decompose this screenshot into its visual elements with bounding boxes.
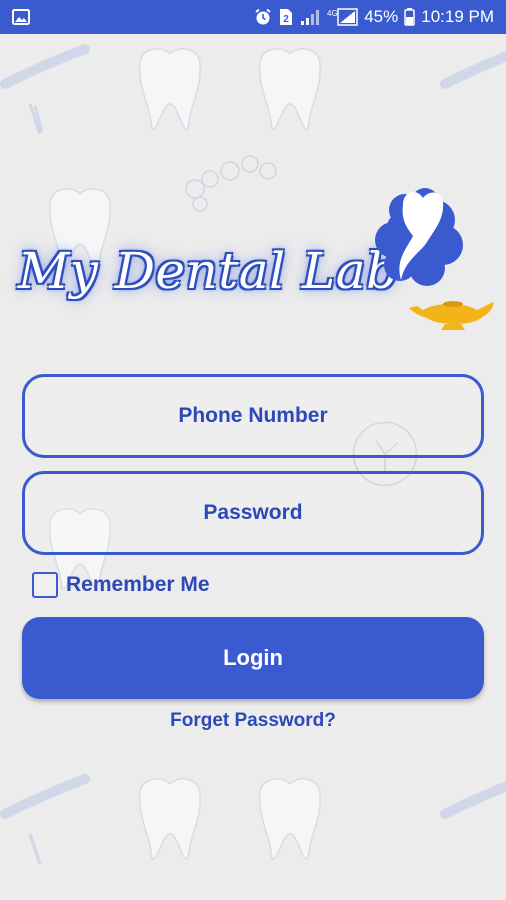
password-input[interactable] — [25, 473, 481, 553]
sim-2-icon: 2 — [278, 8, 294, 26]
phone-number-field[interactable] — [22, 374, 484, 458]
image-icon — [12, 9, 30, 25]
toothbrush-icon — [0, 774, 90, 864]
status-bar: 2 4G 45% 10:19 PM — [0, 0, 506, 34]
tooth-icon — [259, 48, 321, 130]
tooth-icon — [139, 778, 201, 860]
tooth-genie-lamp-icon — [375, 188, 494, 330]
remember-me-checkbox[interactable] — [32, 572, 58, 598]
svg-text:2: 2 — [283, 14, 289, 25]
alarm-icon — [254, 8, 272, 26]
signal-icon — [300, 9, 320, 25]
tooth-icon — [259, 778, 321, 860]
tooth-icon — [139, 48, 201, 130]
password-field[interactable] — [22, 471, 484, 555]
tooth-background-pattern — [0, 34, 506, 900]
forgot-password-link[interactable]: Forget Password? — [0, 710, 506, 732]
svg-text:4G: 4G — [327, 9, 338, 18]
toothbrush-icon — [0, 44, 90, 134]
battery-icon — [404, 8, 415, 26]
login-button[interactable]: Login — [22, 617, 484, 699]
toothbrush-icon — [440, 51, 506, 89]
phone-number-input[interactable] — [25, 376, 481, 456]
battery-percent: 45% — [364, 7, 399, 26]
remember-me[interactable]: Remember Me — [32, 572, 210, 598]
app-title: My Dental Lab — [18, 242, 399, 300]
remember-me-label[interactable]: Remember Me — [66, 573, 210, 597]
toothbrush-icon — [440, 781, 506, 819]
app-logo: My Dental Lab — [10, 180, 500, 340]
signal-4g-icon: 4G — [326, 7, 358, 27]
clock: 10:19 PM — [421, 7, 494, 26]
